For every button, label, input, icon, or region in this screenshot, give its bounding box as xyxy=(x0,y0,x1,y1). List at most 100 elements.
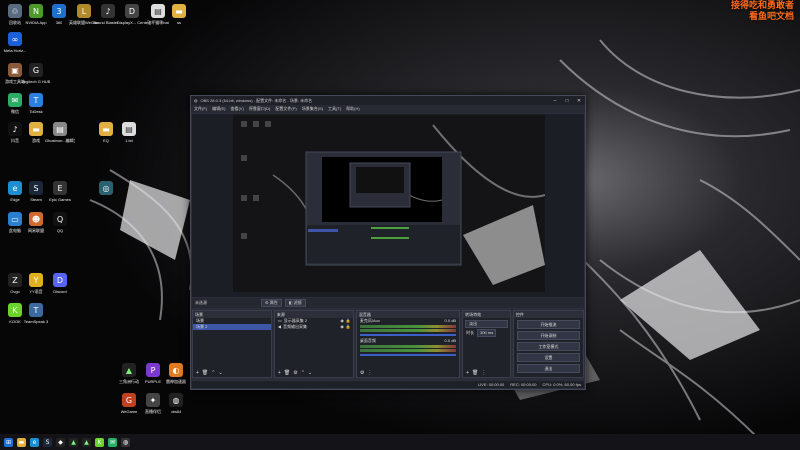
exit-button[interactable]: 退出 xyxy=(516,364,581,373)
edge-taskbar-icon[interactable]: e xyxy=(30,437,39,447)
txt-file-icon: ▤ xyxy=(122,122,136,136)
desktop-icon-label: YY语音 xyxy=(29,289,43,294)
desktop-icon-teamspeak[interactable]: T TeamSpeak 3 xyxy=(22,303,50,324)
kook-icon: K xyxy=(8,303,22,317)
menu-scene-collection[interactable]: 场景集合(S) xyxy=(302,106,323,112)
steam-taskbar-icon[interactable]: S xyxy=(43,437,52,447)
volume-slider[interactable] xyxy=(359,334,457,336)
start-menu-icon[interactable]: ⊞ xyxy=(4,437,13,447)
maximize-button[interactable]: □ xyxy=(561,98,573,104)
filters-button[interactable]: ◧ 滤镜 xyxy=(284,299,306,307)
duration-input[interactable]: 300 ms xyxy=(477,329,497,337)
audio-mixer-dock: 混音器 麦克风/Aux 0.0 dB 桌面音频 0.0 dB ⚙ ⋮ xyxy=(355,310,462,378)
remove-scene-icon[interactable]: 🗑 xyxy=(202,370,208,376)
obs-icon: ◍ xyxy=(169,393,183,407)
start-recording-button[interactable]: 开始录制 xyxy=(516,331,581,340)
menu-edit[interactable]: 编辑(E) xyxy=(212,106,225,112)
obs-window-title: OBS 28.0.3 (64-bit, windows) - 配置文件: 未命名… xyxy=(200,97,313,103)
desktop-icon-ss-folder[interactable]: ▬ ss xyxy=(165,4,193,25)
studio-mode-button[interactable]: 工作室模式 xyxy=(516,342,581,351)
source-item[interactable]: ◀ 音频输出采集 ◉ 🔒 xyxy=(275,324,353,330)
transition-type-select[interactable]: 淡出 xyxy=(465,320,508,328)
delta-force-taskbar-icon[interactable]: ▲ xyxy=(69,437,78,447)
delta-force-taskbar-icon-2[interactable]: ▲ xyxy=(82,437,91,447)
menu-file[interactable]: 文件(F) xyxy=(194,106,207,112)
desktop-icon-leishen[interactable]: ◐ 雷神加速器 xyxy=(162,363,190,384)
mixer-settings-icon[interactable]: ⚙ xyxy=(360,370,364,376)
minimize-button[interactable]: – xyxy=(549,98,561,104)
add-source-icon[interactable]: + xyxy=(278,370,281,376)
edge-icon: e xyxy=(8,181,22,195)
obs-preview-area[interactable] xyxy=(192,114,584,297)
menu-help[interactable]: 帮助(H) xyxy=(346,106,360,112)
app-taskbar-icon[interactable]: ◆ xyxy=(56,437,65,447)
desktop-icon-label: WeGame xyxy=(120,409,138,414)
remove-source-icon[interactable]: 🗑 xyxy=(284,370,290,376)
desktop-icon-ghostnon-doc[interactable]: ▤ Ghostnon...编辑文档 xyxy=(45,122,75,143)
source-move-up-icon[interactable]: ⌃ xyxy=(301,370,305,376)
mixer-menu-icon[interactable]: ⋮ xyxy=(367,370,372,376)
bat-file-icon: ▤ xyxy=(151,4,165,18)
lock-icon[interactable]: 🔒 xyxy=(346,324,351,330)
mixer-footer: ⚙ ⋮ xyxy=(357,369,462,377)
obs-logo-icon: ◍ xyxy=(194,98,198,103)
mixer-track-name: 桌面音频 xyxy=(359,338,376,343)
desktop-icon-label: Ovgo xyxy=(10,289,20,294)
live-status: LIVE: 00:00:00 xyxy=(477,382,505,387)
desktop-icon-meta[interactable]: ∞ Meta Horiz... xyxy=(1,32,29,53)
desktop-icon-logitech[interactable]: G Logitech G HUB xyxy=(22,63,50,84)
preview-canvas[interactable] xyxy=(233,115,545,292)
desktop-icon-label: DisplayX... Center xyxy=(117,20,147,25)
desktop-icon-app[interactable]: ◎ xyxy=(92,181,120,197)
audio-mixer-title: 混音器 xyxy=(356,311,460,318)
desktop-icon-displayx[interactable]: D DisplayX... Center xyxy=(117,4,147,25)
watermark-line-1: 接得吃和勇敢者 xyxy=(730,1,794,11)
desktop-icon-epic[interactable]: E Epic Games xyxy=(46,181,74,202)
settings-button[interactable]: 设置 xyxy=(516,353,581,362)
duration-label: 时长 xyxy=(466,330,475,335)
folder-icon: ▬ xyxy=(99,122,113,136)
scene-item-selected[interactable]: 场景 2 xyxy=(193,324,271,330)
source-move-down-icon[interactable]: ⌄ xyxy=(308,370,312,376)
desktop-icon-txt-file[interactable]: ▤ 1.txt xyxy=(115,122,143,143)
menu-tools[interactable]: 工具(T) xyxy=(328,106,341,112)
volume-slider[interactable] xyxy=(359,354,457,356)
visibility-eye-icon[interactable]: ◉ xyxy=(340,324,344,330)
mixer-track-level: 0.0 dB xyxy=(444,338,457,343)
desktop-icon-discord[interactable]: D Discord xyxy=(46,273,74,294)
remove-transition-icon[interactable]: 🗑 xyxy=(472,370,478,376)
obs-window[interactable]: ◍ OBS 28.0.3 (64-bit, windows) - 配置文件: 未… xyxy=(190,95,586,390)
steam-icon: S xyxy=(29,181,43,195)
transition-duration-row: 时长 300 ms xyxy=(463,329,510,337)
menu-docks[interactable]: 停靠窗口(D) xyxy=(249,106,271,112)
obs-taskbar-icon[interactable]: ◍ xyxy=(121,437,130,447)
toolbox-icon: ▣ xyxy=(8,63,22,77)
desktop-icon-obs64[interactable]: ◍ obs64 xyxy=(162,393,190,414)
start-streaming-button[interactable]: 开始推流 xyxy=(516,320,581,329)
close-button[interactable]: ✕ xyxy=(573,98,585,104)
file-explorer-icon[interactable]: ▬ xyxy=(17,437,26,447)
kook-taskbar-icon[interactable]: K xyxy=(95,437,104,447)
desktop-icon-qq[interactable]: Q QQ xyxy=(46,212,74,233)
add-transition-icon[interactable]: + xyxy=(466,370,469,376)
transition-menu-icon[interactable]: ⋮ xyxy=(481,370,486,376)
wechat-icon: ✉ xyxy=(8,93,22,107)
menu-profile[interactable]: 配置文件(P) xyxy=(275,106,296,112)
no-source-selected-label: 未选源 xyxy=(195,300,207,305)
desktop-icon-label: NVIDIA App xyxy=(25,20,47,25)
properties-button[interactable]: ⚙ 属性 xyxy=(261,299,282,307)
desktop-icon-label: Epic Games xyxy=(49,197,71,202)
desktop-icon-label: EQ xyxy=(103,138,109,143)
desktop-icon-label: Edge xyxy=(10,197,20,202)
scene-move-up-icon[interactable]: ⌃ xyxy=(211,370,215,376)
desktop-icon-todesk[interactable]: T ToDesk xyxy=(22,93,50,114)
scene-move-down-icon[interactable]: ⌄ xyxy=(218,370,222,376)
controls-title: 控件 xyxy=(513,311,584,318)
obs-titlebar[interactable]: ◍ OBS 28.0.3 (64-bit, windows) - 配置文件: 未… xyxy=(191,96,585,105)
taskbar: ⊞ ▬ e S ◆ ▲ ▲ K ✉ ◍ xyxy=(0,434,800,450)
menu-view[interactable]: 查看(V) xyxy=(230,106,243,112)
add-scene-icon[interactable]: + xyxy=(196,370,199,376)
source-settings-icon[interactable]: ⚙ xyxy=(293,370,297,376)
display-icon: D xyxy=(125,4,139,18)
wechat-taskbar-icon[interactable]: ✉ xyxy=(108,437,117,447)
